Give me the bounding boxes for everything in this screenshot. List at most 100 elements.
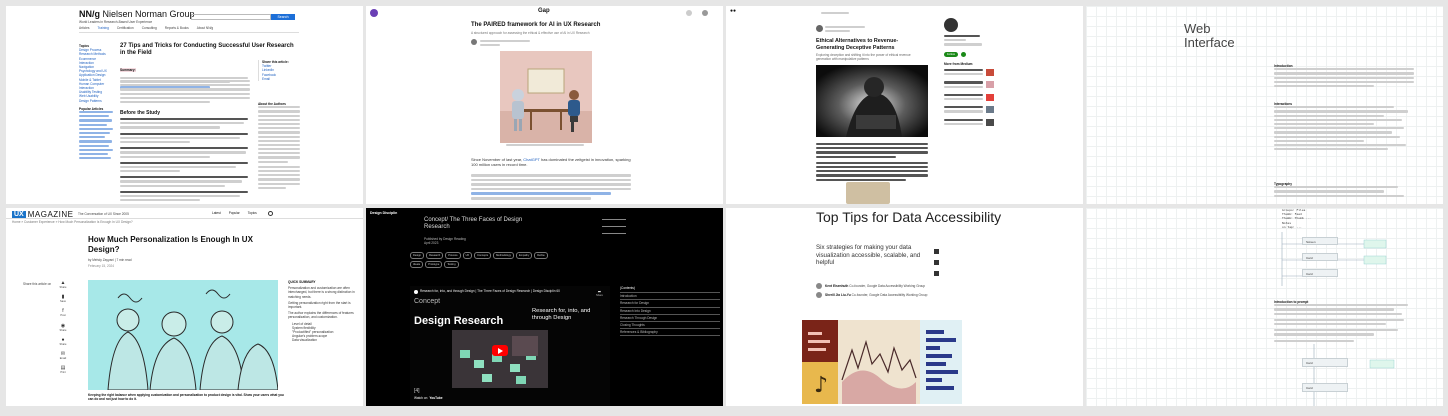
twitter-icon[interactable]: [934, 260, 939, 265]
site-avatar-icon[interactable]: [370, 9, 378, 17]
share-button[interactable]: ◉ Share: [56, 323, 70, 333]
flow-node[interactable]: Card: [1302, 358, 1348, 367]
search-icon[interactable]: [268, 211, 273, 216]
tag-pill[interactable]: Ideate: [410, 261, 424, 268]
tag-pill[interactable]: Methodology: [493, 252, 514, 259]
play-icon: [498, 347, 503, 354]
search-input[interactable]: [191, 14, 271, 20]
paired-framework-tile[interactable]: Gap The PAIRED framework for AI in UX Re…: [366, 6, 723, 204]
title-line-interface: Interface: [1184, 35, 1235, 50]
header-divider: [6, 218, 363, 219]
nav-about[interactable]: About NN/g: [197, 26, 213, 30]
slide-counter: [4]: [414, 388, 420, 394]
author-avatar[interactable]: [816, 292, 822, 298]
tag-pill[interactable]: UX: [462, 252, 473, 259]
nng-article-tile[interactable]: NN/g Nielsen Norman Group World Leaders …: [6, 6, 363, 204]
share-button[interactable]: ▲ Share: [56, 280, 70, 290]
topic-link[interactable]: Design Patterns: [79, 99, 115, 103]
video-embed[interactable]: Research for, into, and through Design |…: [410, 286, 610, 406]
gap-logo[interactable]: Gap: [538, 8, 550, 14]
share-button[interactable]: ● Share: [56, 337, 70, 347]
author-byline: [825, 26, 865, 34]
nng-logo[interactable]: NN/g Nielsen Norman Group: [79, 9, 195, 19]
author-photo[interactable]: [944, 18, 958, 32]
tag-pill[interactable]: Define: [534, 252, 548, 259]
tag-pill[interactable]: Concepts: [474, 252, 492, 259]
medium-topbar: [821, 12, 849, 16]
topic-link[interactable]: Human Computer Interaction: [79, 82, 115, 90]
flow-node[interactable]: Card: [1302, 269, 1338, 277]
flow-node[interactable]: Screen: [1302, 237, 1338, 245]
author-byline: [480, 40, 530, 48]
decor-line: [602, 226, 626, 227]
author-avatar[interactable]: [816, 283, 822, 289]
tag-pill[interactable]: Research: [426, 252, 444, 259]
youtube-play-button[interactable]: [492, 345, 508, 356]
contents-item[interactable]: Introduction: [620, 292, 720, 299]
summary-subitem: Data visualization: [292, 338, 317, 343]
watch-on-youtube[interactable]: Watch on YouTube: [414, 396, 443, 400]
contents-item[interactable]: Closing Thoughts: [620, 321, 720, 328]
tag-pill[interactable]: Design: [410, 252, 425, 259]
tag-pill[interactable]: Testing: [444, 261, 459, 268]
save-button[interactable]: ▮ Save: [56, 294, 70, 304]
video-share-button[interactable]: ➦ Share: [596, 289, 603, 298]
contents-item[interactable]: References & Bibliography: [620, 328, 720, 337]
article-title: Top Tips for Data Accessibility: [816, 209, 1002, 225]
design-disciplin-logo[interactable]: Design Disciplin: [370, 211, 397, 215]
tag-pill[interactable]: Empathy: [516, 252, 533, 259]
tag-pill[interactable]: Process: [445, 252, 461, 259]
summary-item: Personalization and customization are of…: [288, 286, 355, 299]
uxmag-nav: Latest Popular Topics: [212, 211, 257, 215]
prototype-flow-tile[interactable]: Groups: Files Thumb: Feed Thumb: Thumb .…: [1086, 208, 1443, 406]
author-avatar[interactable]: [471, 39, 477, 45]
nng-logo-text: Nielsen Norman Group: [102, 9, 195, 19]
nav-divider: [79, 32, 299, 33]
design-research-tile[interactable]: Design Disciplin Concept/ The Three Face…: [366, 208, 723, 406]
medium-logo-icon[interactable]: ●●: [730, 8, 736, 14]
contents-item[interactable]: Research Into Design: [620, 306, 720, 314]
breadcrumb[interactable]: Home » Customer Experience » How Much Pe…: [12, 220, 133, 224]
share-email[interactable]: Email: [262, 77, 300, 81]
contents-item[interactable]: Research for Design: [620, 299, 720, 306]
nav-articles[interactable]: Articles: [79, 26, 89, 30]
share-rail: ▲ Share ▮ Save f Post ◉ Share ● Share ✉ Email …: [56, 280, 70, 375]
contents-item[interactable]: Research Through Design: [620, 313, 720, 321]
nav-consulting[interactable]: Consulting: [142, 26, 157, 30]
medium-article-tile[interactable]: ●● Ethical Alternatives to Revenue-Gener…: [726, 6, 1083, 204]
hero-illustration: [88, 280, 278, 390]
print-button[interactable]: ▤ Print: [56, 365, 70, 375]
facebook-icon[interactable]: [934, 271, 939, 276]
author-1: Kent Eisenhuth Co-founder, Google Data A…: [825, 284, 926, 288]
search-button[interactable]: Search: [271, 14, 295, 20]
nav-topics[interactable]: Topics: [248, 211, 257, 215]
nav-latest[interactable]: Latest: [212, 211, 221, 215]
nav-reports[interactable]: Reports & Books: [165, 26, 189, 30]
data-accessibility-tile[interactable]: Top Tips for Data Accessibility Six stra…: [726, 208, 1083, 406]
article-title: The PAIRED framework for AI in UX Resear…: [471, 22, 601, 28]
subscribe-icon[interactable]: [961, 52, 966, 57]
post-button[interactable]: f Post: [56, 308, 70, 318]
article-title: 27 Tips and Tricks for Conducting Succes…: [120, 43, 294, 56]
nav-training[interactable]: Training: [97, 26, 108, 30]
flow-node[interactable]: Card: [1302, 383, 1348, 392]
uxmag-article-tile[interactable]: UX MAGAZINE The Conversation of UX Since…: [6, 208, 363, 406]
article-subtitle: Exploring deception and shifting it into…: [816, 53, 911, 62]
follow-button[interactable]: Follow: [944, 52, 958, 57]
intro-section: Introduction: [1274, 64, 1414, 89]
nav-popular[interactable]: Popular: [229, 211, 240, 215]
typography-section: Typography: [1274, 182, 1414, 199]
profile-icon[interactable]: [686, 10, 692, 16]
share-icon[interactable]: [934, 249, 939, 254]
nng-logo-mark: NN/g: [79, 9, 100, 19]
flow-node[interactable]: Card: [1302, 253, 1338, 261]
chatgpt-link[interactable]: ChatGPT: [523, 157, 540, 162]
web-interface-tile[interactable]: Web Interface Introduction Interactions …: [1086, 6, 1443, 204]
author-avatar[interactable]: [816, 25, 823, 32]
hero-image: [816, 65, 928, 137]
email-button[interactable]: ✉ Email: [56, 351, 70, 361]
tag-pill[interactable]: Prototype: [425, 261, 443, 268]
menu-icon[interactable]: [702, 10, 708, 16]
nav-certification[interactable]: Certification: [117, 26, 134, 30]
summary-item: Getting personalization right from the s…: [288, 300, 351, 310]
